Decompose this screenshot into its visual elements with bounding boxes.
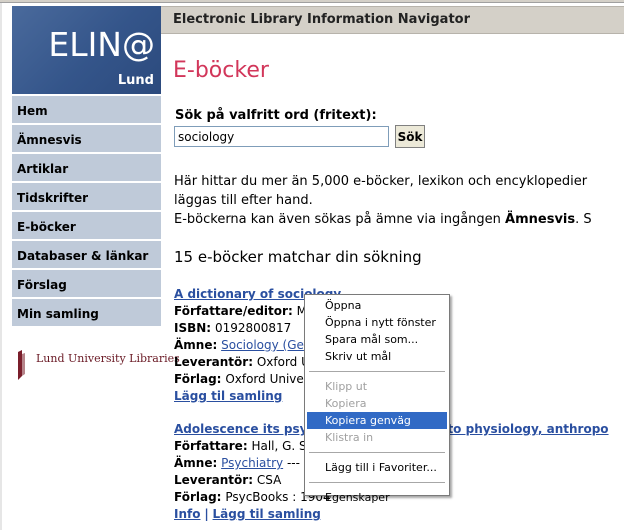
menu-item-add-to-favorites[interactable]: Lägg till i Favoriter... <box>307 459 447 476</box>
menu-item-save-target-as[interactable]: Spara mål som... <box>307 331 447 348</box>
entry-1-isbn-label: ISBN: <box>174 321 212 335</box>
entry-1-isbn-value: 0192800817 <box>214 321 292 335</box>
header-bar: Electronic Library Information Navigator <box>161 6 624 34</box>
sidebar-item-forslag[interactable]: Förslag <box>12 270 161 299</box>
entry-2-title-start: Adolescence its psyc <box>174 422 315 436</box>
entry-2-subject-link[interactable]: Psychiatry <box>221 456 283 470</box>
entry-1-subject-label: Ämne: <box>174 338 218 352</box>
intro-line-2: läggas till efter hand. <box>174 193 313 208</box>
menu-item-cut[interactable]: Klipp ut <box>307 378 447 395</box>
entry-2-info-link[interactable]: Info <box>174 507 200 521</box>
entry-2-vendor-value: CSA <box>256 473 282 487</box>
entry-2-subject-rest: --- <box>286 456 300 470</box>
search-button[interactable]: Sök <box>395 125 425 148</box>
menu-item-copy-shortcut[interactable]: Kopiera genväg <box>307 412 447 429</box>
logo-city: Lund <box>117 73 154 88</box>
entry-1-vendor-label: Leverantör: <box>174 355 254 369</box>
entry-1-publisher-label: Förlag: <box>174 372 222 386</box>
search-label: Sök på valfritt ord (fritext): <box>175 108 377 123</box>
intro-line-1: Här hittar du mer än 5,000 e-böcker, lex… <box>174 174 588 189</box>
context-menu: Öppna Öppna i nytt fönster Spara mål som… <box>304 294 450 504</box>
sidebar-nav: Hem Ämnesvis Artiklar Tidskrifter E-böck… <box>12 96 161 328</box>
entry-2-title-end: ns to physiology, anthropo <box>427 422 609 436</box>
intro-line-3: E-böckerna kan även sökas på ämne via in… <box>174 210 592 229</box>
menu-separator <box>309 452 445 453</box>
menu-item-open-new-window[interactable]: Öppna i nytt fönster <box>307 314 447 331</box>
intro-text: Här hittar du mer än 5,000 e-böcker, lex… <box>174 172 592 229</box>
entry-2-add-to-collection-link[interactable]: Lägg til samling <box>213 507 321 521</box>
sidebar-item-tidskrifter[interactable]: Tidskrifter <box>12 183 161 212</box>
menu-separator <box>309 371 445 372</box>
library-logo[interactable]: Lund University Libraries <box>14 344 180 384</box>
menu-item-paste[interactable]: Klistra in <box>307 429 447 446</box>
entry-1-author-label: Författare/editor: <box>174 304 293 318</box>
entry-2-author-value: Hall, G. S <box>251 439 307 453</box>
sidebar-item-amnesvis[interactable]: Ämnesvis <box>12 125 161 154</box>
elin-logo[interactable]: ELIN@ Lund <box>12 6 161 94</box>
intro-line-3-pre: E-böckerna kan även sökas på ämne via in… <box>174 212 506 227</box>
menu-item-properties[interactable]: Egenskaper <box>307 489 447 506</box>
menu-item-print-target[interactable]: Skriv ut mål <box>307 348 447 365</box>
page-title: E-böcker <box>173 58 269 83</box>
entry-2-author-label: Författare: <box>174 439 248 453</box>
logo-word: ELIN@ <box>48 25 155 64</box>
intro-line-3-post: . S <box>575 212 592 227</box>
entry-2-link-divider: | <box>204 507 209 521</box>
menu-item-open[interactable]: Öppna <box>307 297 447 314</box>
menu-separator <box>309 482 445 483</box>
search-input[interactable] <box>174 126 389 147</box>
entry-1-add-to-collection-link[interactable]: Lägg til samling <box>174 389 282 403</box>
entry-1-publisher-value: Oxford Unive <box>225 372 304 386</box>
entry-1-vendor-value: Oxford U <box>256 355 310 369</box>
entry-2-publisher-label: Förlag: <box>174 490 222 504</box>
sidebar-item-artiklar[interactable]: Artiklar <box>12 154 161 183</box>
sidebar-item-e-bocker[interactable]: E-böcker <box>12 212 161 241</box>
sidebar-item-databaser[interactable]: Databaser & länkar <box>12 241 161 270</box>
intro-line-3-bold: Ämnesvis <box>505 212 576 227</box>
library-emblem-icon <box>18 350 25 380</box>
entry-2-vendor-label: Leverantör: <box>174 473 254 487</box>
sidebar-item-hem[interactable]: Hem <box>12 96 161 125</box>
entry-1-subject-link[interactable]: Sociology (Ge <box>221 338 304 352</box>
left-edge <box>0 3 2 530</box>
result-count: 15 e-böcker matchar din sökning <box>174 248 422 266</box>
browser-top-edge <box>0 0 624 3</box>
menu-item-copy[interactable]: Kopiera <box>307 395 447 412</box>
sidebar-item-min-samling[interactable]: Min samling <box>12 299 161 328</box>
header-bar-title: Electronic Library Information Navigator <box>173 12 471 27</box>
library-name: Lund University Libraries <box>36 352 180 365</box>
entry-2-subject-label: Ämne: <box>174 456 218 470</box>
